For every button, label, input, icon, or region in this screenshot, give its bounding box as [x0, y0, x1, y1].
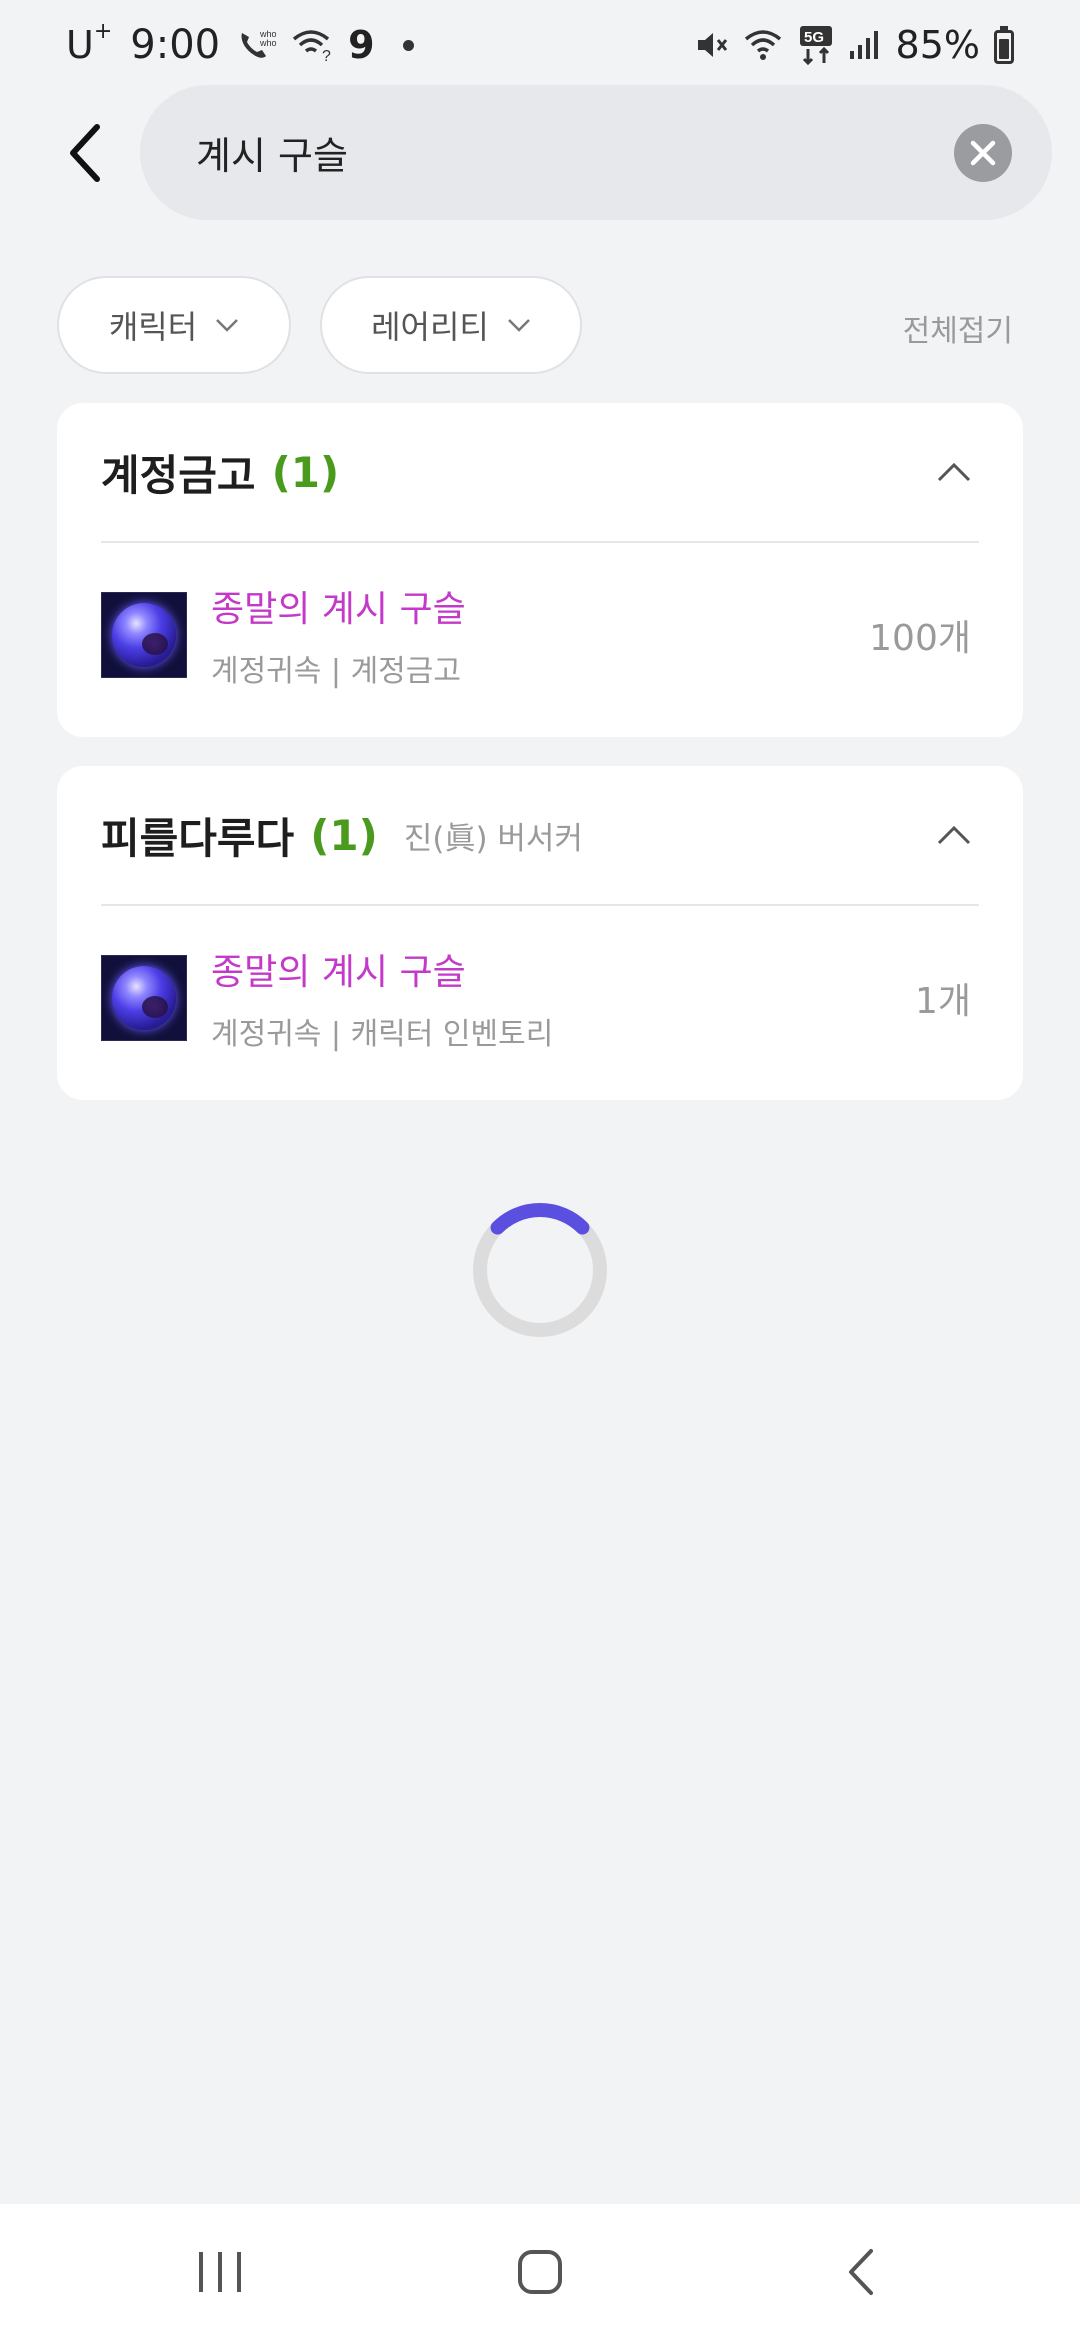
item-meta: 계정귀속 | 계정금고	[211, 654, 461, 689]
collapse-toggle-button[interactable]	[929, 447, 979, 497]
status-left: U+ 9:00 who who ? 9	[66, 19, 414, 68]
list-item[interactable]: 종말의 계시 구슬 계정귀속 | 계정금고 100개	[101, 585, 979, 689]
chevron-left-icon	[70, 124, 100, 182]
app-screen: U+ 9:00 who who ? 9 5G 85% 계시 구슬 캐릭터 레어리…	[0, 0, 1080, 2340]
system-nav-bar	[0, 2204, 1080, 2340]
list-item[interactable]: 종말의 계시 구슬 계정귀속 | 캐릭터 인벤토리 1개	[101, 948, 979, 1052]
group-title: 계정금고	[101, 450, 256, 500]
chevron-down-icon	[507, 319, 530, 332]
battery-percent: 85%	[895, 23, 980, 67]
rarity-filter-label: 레어리티	[371, 308, 489, 346]
item-text: 종말의 계시 구슬 계정귀속 | 캐릭터 인벤토리	[211, 943, 553, 1053]
chevron-up-icon	[937, 462, 971, 482]
collapse-toggle-button[interactable]	[929, 810, 979, 860]
recent-apps-icon	[199, 2252, 241, 2292]
svg-text:?: ?	[322, 48, 331, 63]
chevron-up-icon	[937, 825, 971, 845]
group-count: (1)	[310, 810, 378, 860]
home-icon	[518, 2250, 562, 2294]
carrier-label: U+	[66, 19, 113, 67]
clear-search-button[interactable]	[954, 123, 1012, 182]
collapse-all-button[interactable]: 전체접기	[903, 306, 1013, 350]
back-icon	[849, 2249, 873, 2295]
character-filter-dropdown[interactable]: 캐릭터	[57, 276, 291, 374]
svg-text:5G: 5G	[804, 29, 824, 46]
character-class-label: 진(眞) 버서커	[403, 820, 583, 857]
whowho-call-icon: who who	[234, 25, 278, 65]
group-header[interactable]: 피를다루다 (1) 진(眞) 버서커	[101, 766, 979, 906]
group-count: (1)	[271, 447, 340, 497]
chevron-down-icon	[216, 319, 239, 332]
item-name: 종말의 계시 구슬	[211, 952, 466, 993]
item-quantity: 1개	[914, 981, 971, 1022]
system-back-button[interactable]	[800, 2222, 920, 2322]
battery-icon	[994, 26, 1014, 64]
search-query-text: 계시 구슬	[196, 134, 348, 178]
item-text: 종말의 계시 구슬 계정귀속 | 계정금고	[211, 580, 466, 690]
group-title: 피를다루다	[101, 813, 295, 863]
mute-icon	[694, 27, 730, 63]
orb-item-icon	[101, 955, 187, 1041]
status-bar: U+ 9:00 who who ? 9 5G 85%	[0, 0, 1080, 90]
home-button[interactable]	[480, 2222, 600, 2322]
character-filter-label: 캐릭터	[108, 308, 198, 346]
recent-apps-button[interactable]	[160, 2222, 280, 2322]
notification-dot-icon	[402, 39, 414, 51]
back-button[interactable]	[50, 118, 120, 188]
item-name: 종말의 계시 구슬	[211, 589, 466, 630]
group-card-account-vault: 계정금고 (1) 종말의 계시 구슬 계정귀속 | 계정금고 100개	[57, 403, 1023, 737]
status-right: 5G 85%	[694, 23, 1014, 67]
network-5g-icon: 5G	[798, 25, 834, 65]
item-meta: 계정귀속 | 캐릭터 인벤토리	[211, 1017, 554, 1052]
search-input[interactable]: 계시 구슬	[140, 85, 1052, 220]
rarity-filter-dropdown[interactable]: 레어리티	[320, 276, 582, 374]
group-card-character: 피를다루다 (1) 진(眞) 버서커 종말의 계시 구슬 계정귀속 | 캐릭터 …	[57, 766, 1023, 1100]
svg-text:who: who	[259, 38, 277, 48]
notification-badge-number: 9	[348, 23, 375, 67]
filter-row: 캐릭터 레어리티 전체접기	[57, 276, 1023, 374]
wifi-question-icon: ?	[292, 27, 334, 63]
wifi-icon	[744, 27, 784, 63]
group-header[interactable]: 계정금고 (1)	[101, 403, 979, 543]
orb-item-icon	[101, 592, 187, 678]
clock: 9:00	[130, 22, 221, 68]
signal-icon	[848, 29, 882, 61]
item-quantity: 100개	[869, 618, 971, 659]
loading-spinner-icon	[473, 1203, 607, 1337]
close-icon	[970, 140, 996, 165]
